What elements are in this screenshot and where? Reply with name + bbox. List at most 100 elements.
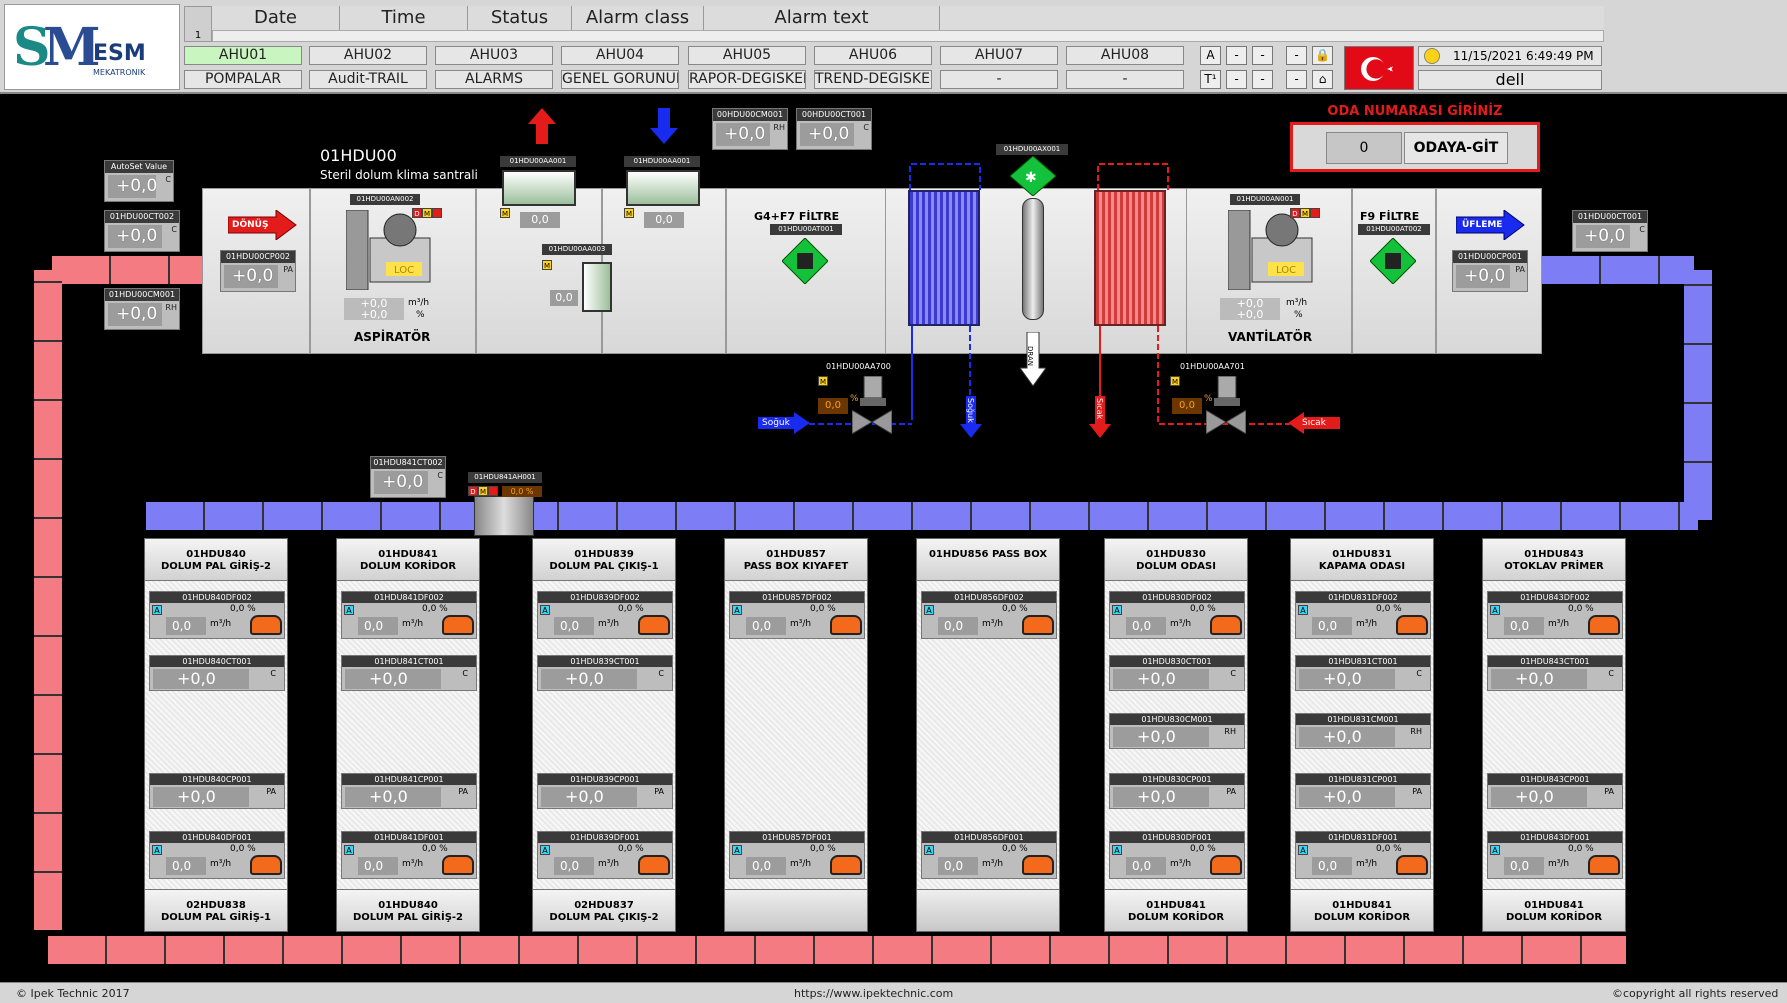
room-flow[interactable]: 01HDU857DF001 A 0,0 % 0,0 m³/h xyxy=(729,831,865,879)
room-reading[interactable]: 01HDU841CT001 +0,0 C xyxy=(341,655,477,691)
nav-page-7[interactable]: - xyxy=(940,70,1058,89)
footer-url[interactable]: https://www.ipektechnic.com xyxy=(794,987,953,1000)
col-status[interactable]: Status xyxy=(468,6,572,30)
room-reading[interactable]: 01HDU830CP001 +0,0 PA xyxy=(1109,773,1245,809)
room-header: 01HDU839 DOLUM PAL ÇIKIŞ-1 xyxy=(533,539,675,581)
room-flow[interactable]: 01HDU831DF002 A 0,0 % 0,0 m³/h xyxy=(1295,591,1431,639)
nav-page-2[interactable]: Audit-TRAIL xyxy=(309,70,427,89)
small-btn-4[interactable]: - xyxy=(1286,46,1307,65)
room-panel-857[interactable]: 01HDU857 PASS BOX KIYAFET 01HDU857DF002 A 0,… xyxy=(724,538,868,932)
nav-ahu-8[interactable]: AHU08 xyxy=(1066,46,1184,65)
nav-page-5[interactable]: RAPOR-DEGISKEN xyxy=(688,70,806,89)
exhaust-damper-icon[interactable] xyxy=(502,170,576,206)
room-panel-830[interactable]: 01HDU830 DOLUM ODASI 01HDU830DF002 A 0,0 % 0,… xyxy=(1104,538,1248,932)
cooling-coil-icon[interactable] xyxy=(908,190,980,326)
room-reading[interactable]: 01HDU830CT001 +0,0 C xyxy=(1109,655,1245,691)
room-reading[interactable]: 01HDU831CT001 +0,0 C xyxy=(1295,655,1431,691)
logo-icon: S M ESM MEKATRONIK xyxy=(13,17,146,78)
room-flow[interactable]: 01HDU831DF001 A 0,0 % 0,0 m³/h xyxy=(1295,831,1431,879)
value-box-ct002[interactable]: 01HDU00CT002 +0,0 C xyxy=(104,210,180,252)
small-btn-3[interactable]: - xyxy=(1252,46,1273,65)
room-flow[interactable]: 01HDU840DF002 A 0,0 % 0,0 m³/h xyxy=(149,591,285,639)
room-flow[interactable]: 01HDU840DF001 A 0,0 % 0,0 m³/h xyxy=(149,831,285,879)
value-box-cp002[interactable]: 01HDU00CP002 +0,0 PA xyxy=(220,250,296,292)
room-reading[interactable]: 01HDU840CT001 +0,0 C xyxy=(149,655,285,691)
exhaust-fan-icon[interactable]: LOC xyxy=(346,210,440,290)
small-btn-2[interactable]: - xyxy=(1226,46,1247,65)
room-panel-843[interactable]: 01HDU843 OTOKLAV PRİMER 01HDU843DF002 A 0,0 … xyxy=(1482,538,1626,932)
room-flow[interactable]: 01HDU830DF001 A 0,0 % 0,0 m³/h xyxy=(1109,831,1245,879)
nav-ahu-5[interactable]: AHU05 xyxy=(688,46,806,65)
room-reading[interactable]: 01HDU831CM001 +0,0 RH xyxy=(1295,713,1431,749)
room-flow[interactable]: 01HDU839DF001 A 0,0 % 0,0 m³/h xyxy=(537,831,673,879)
room-flow[interactable]: 01HDU839DF002 A 0,0 % 0,0 m³/h xyxy=(537,591,673,639)
go-to-room-button[interactable]: ODAYA-GİT xyxy=(1404,132,1508,164)
exhaust-arrow-icon xyxy=(528,108,556,144)
cooling-valve-icon[interactable] xyxy=(852,376,892,434)
room-footer xyxy=(725,889,867,931)
col-alarm-text[interactable]: Alarm text xyxy=(704,6,940,30)
small-btn-t[interactable]: T¹ xyxy=(1200,70,1221,89)
room-panel-841[interactable]: 01HDU841 DOLUM KORİDOR 01HDU841DF002 A 0,0 %… xyxy=(336,538,480,932)
room-flow[interactable]: 01HDU841DF001 A 0,0 % 0,0 m³/h xyxy=(341,831,477,879)
nav-ahu-4[interactable]: AHU04 xyxy=(561,46,679,65)
turkish-flag-icon[interactable] xyxy=(1344,46,1414,90)
nav-ahu-6[interactable]: AHU06 xyxy=(814,46,932,65)
value-box-autoset[interactable]: AutoSet Value +0,0 C xyxy=(104,160,174,202)
small-btn-7[interactable]: - xyxy=(1252,70,1273,89)
nav-ahu-3[interactable]: AHU03 xyxy=(435,46,553,65)
room-damper-icon xyxy=(1396,855,1428,875)
room-flow[interactable]: 01HDU856DF002 A 0,0 % 0,0 m³/h xyxy=(921,591,1057,639)
room-reading[interactable]: 01HDU839CT001 +0,0 C xyxy=(537,655,673,691)
supply-fan-icon[interactable]: LOC xyxy=(1228,210,1322,290)
room-number-input[interactable]: 0 xyxy=(1326,132,1402,164)
nav-page-8[interactable]: - xyxy=(1066,70,1184,89)
room-panel-856[interactable]: 01HDU856 PASS BOX 01HDU856DF002 A 0,0 % 0,0 m… xyxy=(916,538,1060,932)
room-reading[interactable]: 01HDU840CP001 +0,0 PA xyxy=(149,773,285,809)
room-flow[interactable]: 01HDU830DF002 A 0,0 % 0,0 m³/h xyxy=(1109,591,1245,639)
room-reading[interactable]: 01HDU839CP001 +0,0 PA xyxy=(537,773,673,809)
heating-valve-icon[interactable] xyxy=(1206,376,1246,434)
nav-page-3[interactable]: ALARMS xyxy=(435,70,553,89)
room-panel-831[interactable]: 01HDU831 KAPAMA ODASI 01HDU831DF002 A 0,0 % 0… xyxy=(1290,538,1434,932)
value-box-cp001[interactable]: 01HDU00CP001 +0,0 PA xyxy=(1452,250,1528,292)
nav-page-4[interactable]: GENEL GORUNUM xyxy=(561,70,679,89)
room-reading[interactable]: 01HDU831CP001 +0,0 PA xyxy=(1295,773,1431,809)
lock-icon-btn[interactable]: 🔒 xyxy=(1312,46,1333,65)
small-btn-8[interactable]: - xyxy=(1286,70,1307,89)
damper-841-icon[interactable] xyxy=(474,496,534,536)
room-panel-839[interactable]: 01HDU839 DOLUM PAL ÇIKIŞ-1 01HDU839DF002 A 0… xyxy=(532,538,676,932)
small-btn-a[interactable]: A xyxy=(1200,46,1221,65)
nav-ahu-7[interactable]: AHU07 xyxy=(940,46,1058,65)
room-flow[interactable]: 01HDU843DF002 A 0,0 % 0,0 m³/h xyxy=(1487,591,1623,639)
room-flow[interactable]: 01HDU857DF002 A 0,0 % 0,0 m³/h xyxy=(729,591,865,639)
humidifier-icon[interactable]: ✱ xyxy=(1010,156,1056,196)
heating-coil-icon[interactable] xyxy=(1094,190,1166,326)
col-time[interactable]: Time xyxy=(340,6,468,30)
f9-filter-icon[interactable] xyxy=(1370,238,1416,284)
room-flow[interactable]: 01HDU843DF001 A 0,0 % 0,0 m³/h xyxy=(1487,831,1623,879)
g4f7-filter-icon[interactable] xyxy=(782,238,828,284)
value-box-cm001[interactable]: 01HDU00CM001 +0,0 RH xyxy=(104,288,180,330)
col-date[interactable]: Date xyxy=(212,6,340,30)
room-reading[interactable]: 01HDU843CP001 +0,0 PA xyxy=(1487,773,1623,809)
nav-ahu-1[interactable]: AHU01 xyxy=(184,46,302,65)
mixing-damper-icon[interactable] xyxy=(582,262,612,312)
room-reading[interactable]: 01HDU843CT001 +0,0 C xyxy=(1487,655,1623,691)
nav-page-6[interactable]: TREND-DEGISKEN xyxy=(814,70,932,89)
room-reading[interactable]: 01HDU841CP001 +0,0 PA xyxy=(341,773,477,809)
room-flow[interactable]: 01HDU841DF002 A 0,0 % 0,0 m³/h xyxy=(341,591,477,639)
nav-page-1[interactable]: POMPALAR xyxy=(184,70,302,89)
small-btn-6[interactable]: - xyxy=(1226,70,1247,89)
room-reading[interactable]: 01HDU830CM001 +0,0 RH xyxy=(1109,713,1245,749)
value-box-ct001r[interactable]: 01HDU00CT001 +0,0 C xyxy=(1572,210,1648,252)
room-flow[interactable]: 01HDU856DF001 A 0,0 % 0,0 m³/h xyxy=(921,831,1057,879)
value-box-ct001b[interactable]: 00HDU00CT001 +0,0 C xyxy=(796,108,872,150)
value-box-b841ct[interactable]: 01HDU841CT002 +0,0 C xyxy=(370,456,446,498)
value-box-cm001b[interactable]: 00HDU00CM001 +0,0 RH xyxy=(712,108,788,150)
fresh-air-damper-icon[interactable] xyxy=(626,170,700,206)
room-panel-840[interactable]: 01HDU840 DOLUM PAL GİRİŞ-2 01HDU840DF002 A 0… xyxy=(144,538,288,932)
col-alarm-class[interactable]: Alarm class xyxy=(572,6,704,30)
nav-ahu-2[interactable]: AHU02 xyxy=(309,46,427,65)
home-icon-btn[interactable]: ⌂ xyxy=(1312,70,1333,89)
